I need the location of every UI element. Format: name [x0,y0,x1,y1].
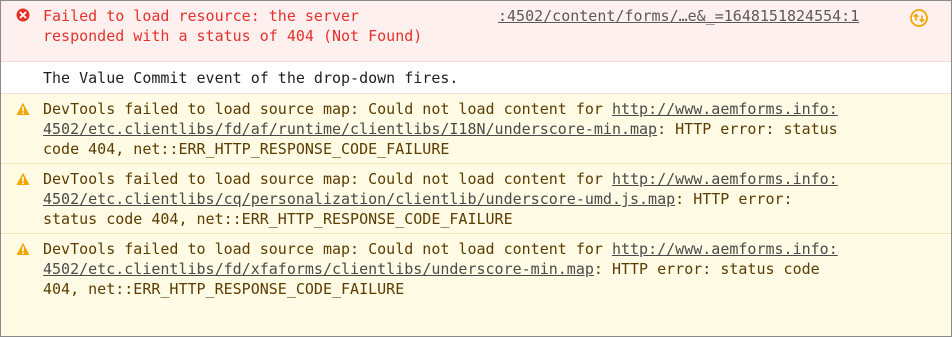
warning-triangle-icon [16,102,30,115]
warning-suffix-line-3: 404, net::ERR_HTTP_RESPONSE_CODE_FAILURE [43,280,405,298]
log-text: The Value Commit event of the drop-down … [43,69,459,87]
source-map-link-part-2[interactable]: 4502/etc.clientlibs/cq/personalization/c… [43,190,675,208]
warning-suffix: : HTTP error: status code [593,260,820,278]
error-text-line-1: Failed to load resource: the server [43,7,360,25]
warning-suffix: : HTTP error: status [657,120,838,138]
error-circle-icon [16,8,30,22]
console-error-message: Failed to load resource: the server resp… [1,1,951,62]
error-source-link[interactable]: :4502/content/forms/…e&_=1648151824554:1 [498,6,859,26]
network-request-icon[interactable] [909,8,929,28]
warning-text: DevTools failed to load source map: Coul… [43,99,939,159]
error-text-line-2: responded with a status of 404 (Not Foun… [43,27,423,45]
error-text: Failed to load resource: the server resp… [43,6,483,46]
warning-suffix-line-3: code 404, net::ERR_HTTP_RESPONSE_CODE_FA… [43,140,450,158]
warning-triangle-icon [16,172,30,185]
warning-suffix-line-3: status code 404, net::ERR_HTTP_RESPONSE_… [43,210,513,228]
source-map-link-part-2[interactable]: 4502/etc.clientlibs/fd/af/runtime/client… [43,120,657,138]
source-map-link-part-2[interactable]: 4502/etc.clientlibs/fd/xfaforms/clientli… [43,260,594,278]
source-map-link-part-1[interactable]: http://www.aemforms.info: [612,240,838,258]
console-warning-message: DevTools failed to load source map: Coul… [1,164,951,234]
warning-text: DevTools failed to load source map: Coul… [43,169,939,229]
source-map-link-part-1[interactable]: http://www.aemforms.info: [612,170,838,188]
warning-prefix: DevTools failed to load source map: Coul… [43,170,612,188]
source-map-link-part-1[interactable]: http://www.aemforms.info: [612,100,838,118]
warning-prefix: DevTools failed to load source map: Coul… [43,100,612,118]
warning-text: DevTools failed to load source map: Coul… [43,239,939,299]
console-warning-message: DevTools failed to load source map: Coul… [1,234,951,304]
warning-suffix: : HTTP error: [675,190,793,208]
warning-triangle-icon [16,242,30,255]
warning-prefix: DevTools failed to load source map: Coul… [43,240,612,258]
console-log-message: The Value Commit event of the drop-down … [1,62,951,94]
devtools-console: Failed to load resource: the server resp… [0,0,952,337]
console-warning-message: DevTools failed to load source map: Coul… [1,94,951,164]
